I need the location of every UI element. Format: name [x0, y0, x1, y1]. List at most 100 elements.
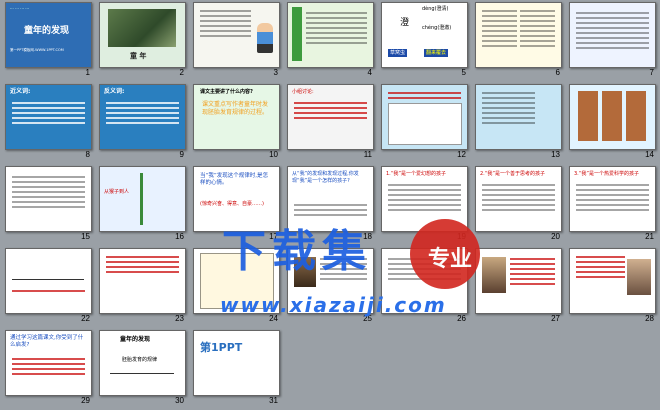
slide-pinyin-2: chéng(澄澈) — [422, 25, 452, 31]
slide-number: 23 — [175, 314, 184, 323]
slide-preview — [475, 84, 562, 150]
slide-text-lines — [388, 89, 461, 102]
slide-thumb-11[interactable]: 小组讨论: 11 — [284, 82, 378, 164]
slide-preview: 3.“我”是一个热爱科学的孩子 — [569, 166, 656, 232]
slide-thumb-28[interactable]: 28 — [566, 246, 660, 328]
slide-thumb-8[interactable]: 近义词: 8 — [2, 82, 96, 164]
slide-preview — [99, 248, 186, 314]
slide-heading: 反义词: — [104, 88, 125, 95]
slide-thumb-2[interactable]: 童 年 2 — [96, 0, 190, 82]
slide-preview — [381, 248, 468, 314]
slide-thumb-21[interactable]: 3.“我”是一个热爱科学的孩子 21 — [566, 164, 660, 246]
slide-number: 18 — [363, 232, 372, 241]
slide-number: 21 — [645, 232, 654, 241]
slide-thumb-10[interactable]: 课文主要讲了什么内容? 课文重点写作者童年时发现胚胎发育规律的过程。 10 — [190, 82, 284, 164]
slide-thumb-17[interactable]: 当“我”发现这个规律时,是怎样的心情。 (惊奇兴奋、得意、自豪……) 17 — [190, 164, 284, 246]
slide-preview: 近义词: — [5, 84, 92, 150]
slide-number: 24 — [269, 314, 278, 323]
slide-thumb-15[interactable]: 15 — [2, 164, 96, 246]
slide-number: 1 — [85, 68, 90, 77]
slide-thumb-16[interactable]: 从猴子到人 16 — [96, 164, 190, 246]
slide-thumb-22[interactable]: 22 — [2, 246, 96, 328]
slide-subtitle: 第一PPT模板网-WWW.1PPT.COM — [10, 48, 64, 52]
slide-thumb-27[interactable]: 27 — [472, 246, 566, 328]
slide-text-col-2 — [520, 7, 555, 50]
slide-text-lines — [12, 173, 85, 211]
slide-title: 澄 — [400, 18, 410, 28]
slide-title: 从“我”的发现和发现过程,你发现“我”是一个怎样的孩子? — [292, 171, 359, 184]
slide-thumbnail-grid: ··· ··· ··· ··· 童年的发现 第一PPT模板网-WWW.1PPT.… — [0, 0, 660, 410]
slide-thumb-6[interactable]: 6 — [472, 0, 566, 82]
slide-thumb-25[interactable]: 25 — [284, 246, 378, 328]
slide-thumb-23[interactable]: 23 — [96, 246, 190, 328]
slide-thumb-9[interactable]: 反义词: 9 — [96, 82, 190, 164]
slide-number: 5 — [461, 68, 466, 77]
slide-title: 童年的发现 — [120, 336, 151, 343]
slide-thumb-3[interactable]: 3 — [190, 0, 284, 82]
text-box — [388, 103, 462, 145]
slide-preview — [193, 2, 280, 68]
slide-thumb-29[interactable]: 通过学习这篇课文,你受到了什么启发? 29 — [2, 328, 96, 410]
slide-thumb-18[interactable]: 从“我”的发现和发现过程,你发现“我”是一个怎样的孩子? 18 — [284, 164, 378, 246]
slide-number: 7 — [649, 68, 654, 77]
slide-preview: 小组讨论: — [287, 84, 374, 150]
slide-preview — [287, 248, 374, 314]
slide-preview — [381, 84, 468, 150]
slide-preview: 通过学习这篇课文,你受到了什么启发? — [5, 330, 92, 396]
slide-number: 17 — [269, 232, 278, 241]
slide-text-lines — [294, 99, 367, 122]
timeline-line — [12, 279, 84, 280]
slide-title: 当“我”发现这个规律时,是怎样的心情。 — [200, 173, 268, 186]
slide-thumb-14[interactable]: 14 — [566, 82, 660, 164]
slide-title: 3.“我”是一个热爱科学的孩子 — [574, 171, 639, 177]
slide-preview: 第1PPT — [193, 330, 280, 396]
slide-number: 4 — [367, 68, 372, 77]
slide-preview: 从“我”的发现和发现过程,你发现“我”是一个怎样的孩子? — [287, 166, 374, 232]
slide-text-lines — [510, 255, 555, 288]
portrait-image — [627, 259, 651, 295]
slide-photo-image — [108, 9, 176, 47]
slide-number: 14 — [645, 150, 654, 159]
slide-number: 13 — [551, 150, 560, 159]
slide-body: (惊奇兴奋、得意、自豪……) — [200, 201, 264, 207]
slide-thumb-7[interactable]: 7 — [566, 0, 660, 82]
slide-number: 10 — [269, 150, 278, 159]
slide-text-lines — [106, 253, 179, 276]
slide-preview — [287, 2, 374, 68]
slide-preview: ··· ··· ··· ··· 童年的发现 第一PPT模板网-WWW.1PPT.… — [5, 2, 92, 68]
slide-thumb-31[interactable]: 第1PPT 31 — [190, 328, 284, 410]
slide-number: 29 — [81, 396, 90, 405]
boy-illustration — [257, 23, 273, 53]
evolution-tree-diagram — [140, 173, 143, 225]
slide-number: 26 — [457, 314, 466, 323]
slide-title: 童 年 — [130, 52, 147, 60]
slide-thumb-26[interactable]: 26 — [378, 246, 472, 328]
slide-thumb-30[interactable]: 童年的发现 胚胎发育的规律 30 — [96, 328, 190, 410]
slide-text-lines — [576, 9, 649, 52]
slide-thumb-5[interactable]: dèng(澄清) 澄 chéng(澄澈) 草窝虫 翻来覆去 5 — [378, 0, 472, 82]
slide-preview: 童 年 — [99, 2, 186, 68]
slide-thumb-20[interactable]: 2.“我”是一个善于思考的孩子 20 — [472, 164, 566, 246]
slide-thumb-13[interactable]: 13 — [472, 82, 566, 164]
slide-thumb-1[interactable]: ··· ··· ··· ··· 童年的发现 第一PPT模板网-WWW.1PPT.… — [2, 0, 96, 82]
slide-number: 22 — [81, 314, 90, 323]
slide-thumb-4[interactable]: 4 — [284, 0, 378, 82]
slide-title: 2.“我”是一个善于思考的孩子 — [480, 171, 545, 177]
slide-number: 9 — [179, 150, 184, 159]
slide-text-lines — [482, 89, 535, 127]
slide-number: 28 — [645, 314, 654, 323]
slide-title: 课文主要讲了什么内容? — [200, 89, 253, 95]
slide-text-lines — [388, 181, 461, 214]
slide-thumb-24[interactable]: 24 — [190, 246, 284, 328]
slide-thumb-19[interactable]: 1.“我”是一个爱幻想的孩子 19 — [378, 164, 472, 246]
slide-preview — [475, 248, 562, 314]
slide-preview — [475, 2, 562, 68]
slide-number: 3 — [273, 68, 278, 77]
slide-number: 8 — [85, 150, 90, 159]
slide-text-lines — [576, 253, 625, 281]
slide-pinyin-1: dèng(澄清) — [422, 6, 449, 12]
slide-label: 从猴子到人 — [104, 189, 130, 195]
slide-thumb-12[interactable]: 12 — [378, 82, 472, 164]
slide-text-lines — [106, 99, 179, 127]
slide-number: 20 — [551, 232, 560, 241]
